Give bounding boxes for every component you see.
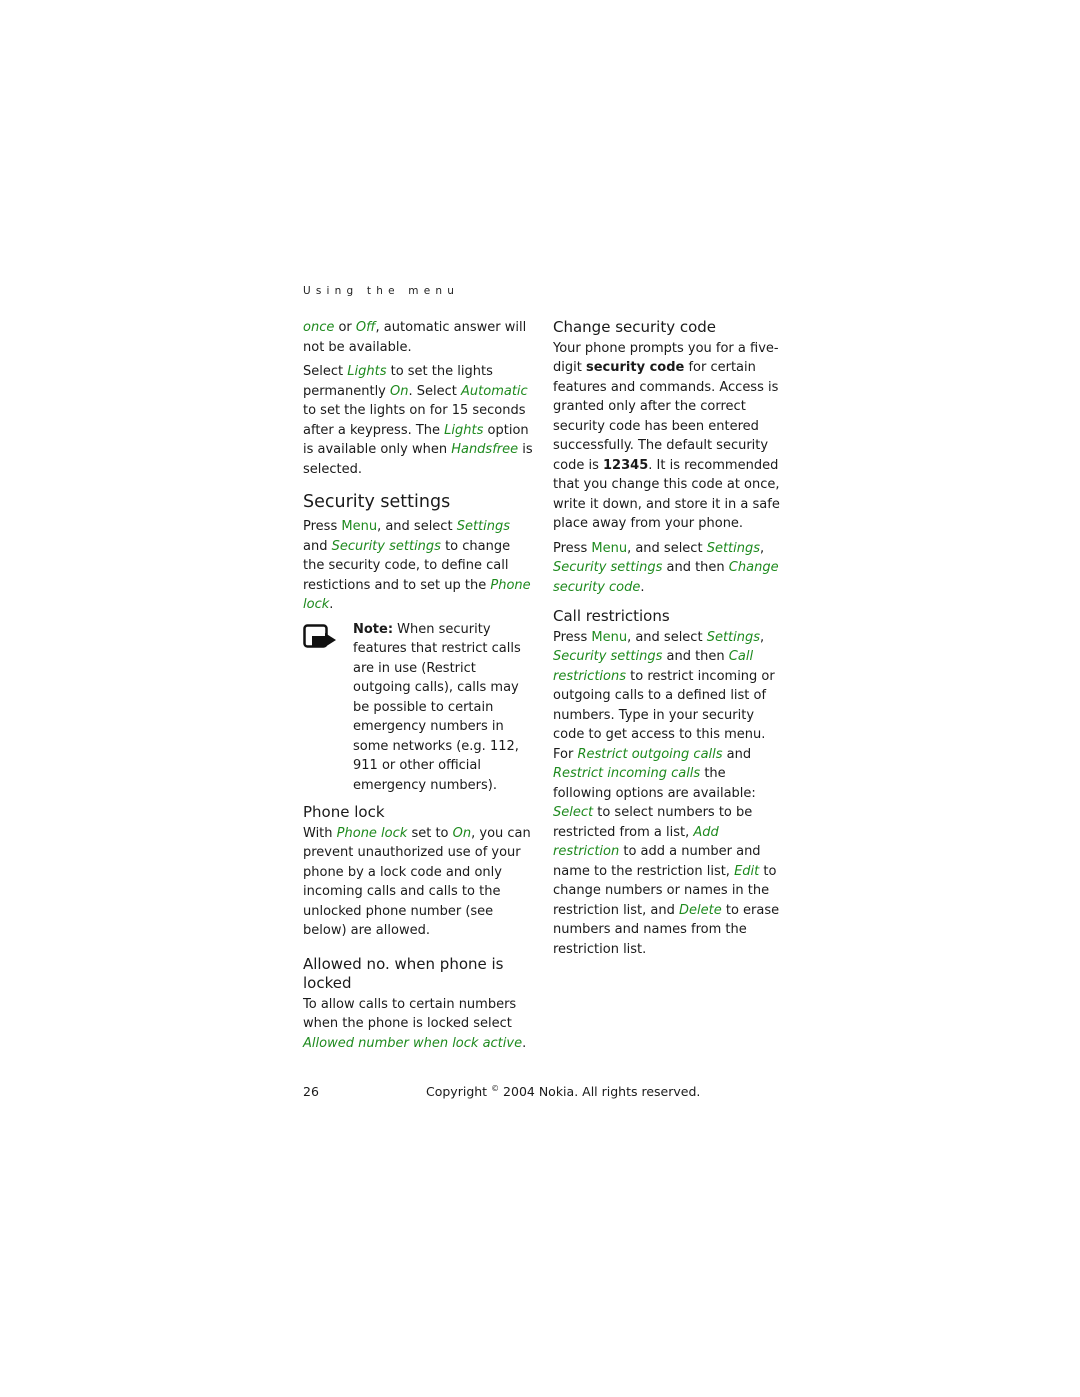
option-settings: Settings [706, 540, 761, 556]
option-delete: Delete [679, 902, 722, 918]
page-number: 26 [303, 1084, 319, 1099]
note-label: Note: [353, 621, 394, 637]
option-on: On [452, 825, 472, 841]
option-lights: Lights [444, 422, 484, 438]
option-security-settings: Security settings [331, 538, 441, 554]
option-edit: Edit [734, 863, 760, 879]
note-hand-icon [303, 623, 336, 648]
option-automatic: Automatic [461, 383, 528, 399]
running-header: Using the menu [303, 285, 460, 297]
paragraph-auto-answer: once or Off, automatic answer will not b… [303, 320, 527, 355]
option-security-settings: Security settings [553, 649, 663, 664]
copyright-symbol: © [491, 1084, 500, 1093]
option-once: once [303, 320, 335, 335]
paragraph-allowed-number: To allow calls to certain numbers when t… [303, 996, 527, 1051]
heading-call-restrictions: Call restrictions [553, 607, 670, 625]
option-handsfree: Handsfree [451, 442, 519, 457]
term-security-code: security code [585, 360, 685, 375]
default-code: 12345 [603, 457, 649, 473]
note-text: When security features that restrict cal… [353, 621, 521, 793]
paragraph-security-settings: Press Menu, and select Settings and Secu… [303, 519, 531, 612]
option-settings: Settings [706, 629, 761, 645]
option-select: Select [553, 805, 594, 820]
paragraph-change-code-nav: Press Menu, and select Settings, Securit… [553, 540, 779, 595]
option-restrict-incoming: Restrict incoming calls [553, 766, 701, 781]
option-phone-lock: Phone lock [336, 825, 408, 841]
option-on: On [390, 383, 409, 399]
note-block: Note: When security features that restri… [303, 620, 533, 796]
option-allowed-number: Allowed number when lock active [303, 1035, 523, 1051]
heading-security-settings: Security settings [303, 492, 451, 512]
option-settings: Settings [456, 519, 511, 534]
option-lights: Lights [347, 364, 387, 379]
paragraph-change-code: Your phone prompts you for a five-digit … [553, 340, 780, 532]
paragraph-phone-lock: With Phone lock set to On, you can preve… [303, 825, 531, 939]
key-menu: Menu [591, 540, 628, 556]
left-column: once or Off, automatic answer will not b… [303, 318, 533, 1058]
copyright-notice: Copyright © 2004 Nokia. All rights reser… [426, 1084, 701, 1100]
option-restrict-outgoing: Restrict outgoing calls [577, 746, 723, 762]
heading-phone-lock: Phone lock [303, 803, 385, 821]
heading-change-security-code: Change security code [553, 318, 717, 336]
key-menu: Menu [341, 519, 378, 534]
option-off: Off [355, 320, 376, 335]
option-security-settings: Security settings [553, 560, 663, 575]
right-column: Change security code Your phone prompts … [553, 318, 783, 964]
paragraph-lights: Select Lights to set the lights permanen… [303, 364, 533, 477]
heading-allowed-number: Allowed no. when phone is locked [303, 954, 504, 993]
paragraph-call-restrictions: Press Menu, and select Settings, Securit… [553, 629, 780, 957]
key-menu: Menu [591, 629, 628, 645]
